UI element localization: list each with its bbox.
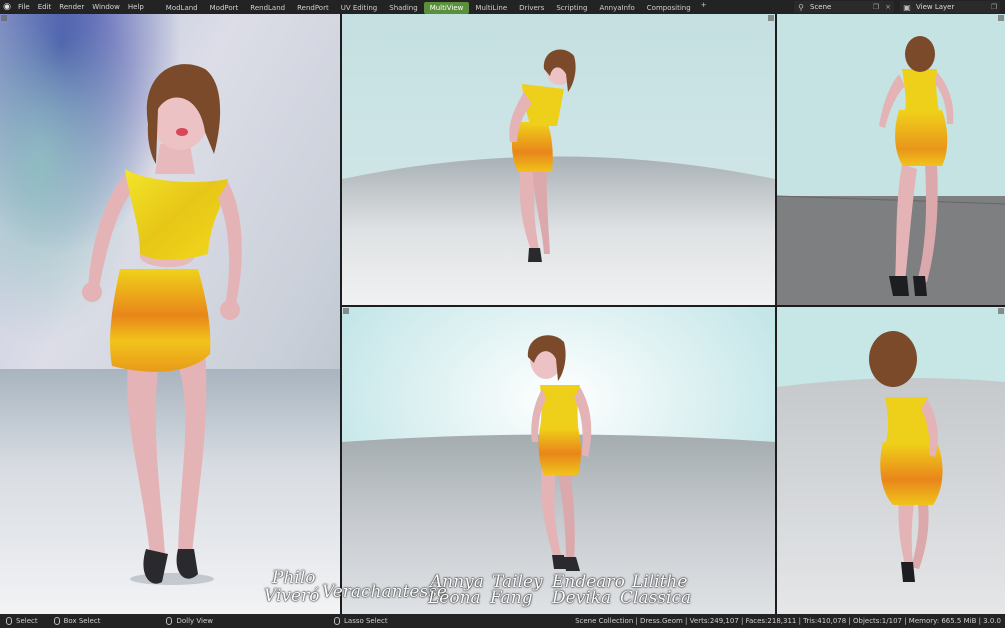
scene-label: Scene: [810, 3, 832, 11]
viewport-three-quarter-canvas: [342, 307, 775, 614]
tab-rendland[interactable]: RendLand: [244, 2, 291, 14]
hint-dolly-view-label: Dolly View: [176, 617, 213, 625]
add-workspace-button[interactable]: +: [697, 1, 711, 14]
menu-window[interactable]: Window: [88, 0, 124, 14]
scene-selector[interactable]: ⚲ Scene ❐ ×: [794, 1, 894, 13]
workspace-tabs: ModLand ModPort RendLand RendPort UV Edi…: [160, 1, 711, 14]
menu-help[interactable]: Help: [124, 0, 148, 14]
copy-scene-icon[interactable]: ❐: [870, 3, 882, 11]
tab-scripting[interactable]: Scripting: [550, 2, 593, 14]
scene-icon: ⚲: [798, 2, 804, 12]
mouse-drag-icon: [53, 617, 60, 625]
area-corner-handle[interactable]: [343, 308, 349, 314]
hint-select: Select: [0, 617, 38, 625]
tab-modland[interactable]: ModLand: [160, 2, 204, 14]
copy-view-layer-icon[interactable]: ❐: [988, 3, 1000, 11]
tab-uv-editing[interactable]: UV Editing: [335, 2, 384, 14]
hint-lasso-select-label: Lasso Select: [344, 617, 388, 625]
viewport-back-side-canvas: [777, 307, 1005, 614]
area-corner-handle[interactable]: [998, 308, 1004, 314]
top-bar: ◉ File Edit Render Window Help ModLand M…: [0, 0, 1005, 14]
tab-multiline[interactable]: MultiLine: [469, 2, 513, 14]
view-layer-icon: ▣: [903, 2, 911, 12]
viewport-three-quarter-render[interactable]: [342, 307, 775, 614]
viewport-back-side-render[interactable]: [777, 307, 1005, 614]
viewport-front-canvas: [0, 14, 340, 614]
hint-select-label: Select: [16, 617, 38, 625]
status-bar: Select Box Select Dolly View Lasso Selec…: [0, 614, 1005, 628]
view-layer-selector[interactable]: ▣ View Layer ❐: [900, 1, 1000, 13]
menu-edit[interactable]: Edit: [34, 0, 56, 14]
viewport-back-render[interactable]: [777, 14, 1005, 305]
hint-dolly-view: Dolly View: [160, 617, 213, 625]
hint-lasso-select: Lasso Select: [328, 617, 388, 625]
menu-render[interactable]: Render: [55, 0, 88, 14]
close-scene-icon[interactable]: ×: [882, 3, 894, 11]
tab-shading[interactable]: Shading: [383, 2, 423, 14]
hint-box-select: Box Select: [48, 617, 101, 625]
tab-annyainfo[interactable]: AnnyaInfo: [593, 2, 640, 14]
mouse-left-icon: [6, 617, 12, 625]
tab-multiview[interactable]: MultiView: [423, 1, 470, 14]
viewport-side-render[interactable]: [342, 14, 775, 305]
view-layer-label: View Layer: [916, 3, 955, 11]
viewport-side-canvas: [342, 14, 775, 305]
tab-compositing[interactable]: Compositing: [641, 2, 697, 14]
blender-logo-icon[interactable]: ◉: [0, 0, 14, 14]
area-corner-handle[interactable]: [768, 15, 774, 21]
hint-box-select-label: Box Select: [63, 617, 101, 625]
area-corner-handle[interactable]: [998, 15, 1004, 21]
tab-rendport[interactable]: RendPort: [291, 2, 335, 14]
mouse-middle-icon: [166, 617, 173, 625]
scene-statistics: Scene Collection | Dress.Geom | Verts:24…: [575, 617, 1001, 625]
tab-drivers[interactable]: Drivers: [513, 2, 550, 14]
tab-modport[interactable]: ModPort: [204, 2, 245, 14]
area-corner-handle[interactable]: [1, 15, 7, 21]
menu-file[interactable]: File: [14, 0, 34, 14]
viewport-back-canvas: [777, 14, 1005, 305]
mouse-right-icon: [334, 617, 340, 625]
viewport-front-render[interactable]: [0, 14, 340, 614]
